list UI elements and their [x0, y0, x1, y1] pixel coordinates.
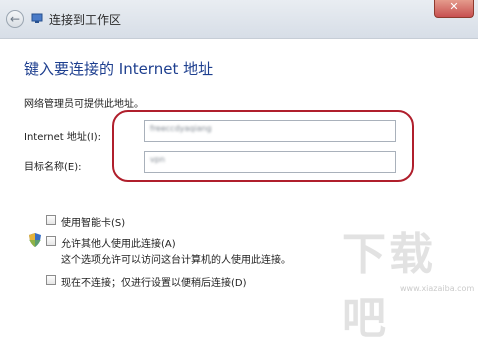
watermark-logo: 下载吧 [342, 229, 436, 344]
close-button[interactable]: ✕ [434, 0, 474, 18]
allow-others-hint: 这个选项允许可以访问这台计算机的人使用此连接。 [61, 255, 291, 266]
highlight-ring [112, 110, 414, 182]
shield-icon [29, 233, 41, 247]
watermark-url: www.xiazaiba.com [400, 284, 475, 293]
smart-card-checkbox[interactable] [46, 215, 56, 225]
internet-address-label: Internet 地址(I): [24, 132, 102, 143]
network-workplace-icon [31, 13, 43, 23]
back-button[interactable]: ← [6, 10, 24, 28]
dont-connect-checkbox[interactable] [46, 275, 56, 285]
allow-others-label: 允许其他人使用此连接(A) [61, 239, 176, 250]
window-title: 连接到工作区 [49, 13, 122, 27]
info-text: 网络管理员可提供此地址。 [24, 99, 144, 110]
page-heading: 键入要连接的 Internet 地址 [24, 60, 214, 78]
dont-connect-label: 现在不连接；仅进行设置以便稍后连接(D) [61, 278, 247, 289]
destination-name-label: 目标名称(E): [24, 162, 82, 173]
allow-others-checkbox[interactable] [46, 236, 56, 246]
title-bar: ← 连接到工作区 ✕ [0, 0, 478, 39]
smart-card-label: 使用智能卡(S) [61, 218, 126, 229]
